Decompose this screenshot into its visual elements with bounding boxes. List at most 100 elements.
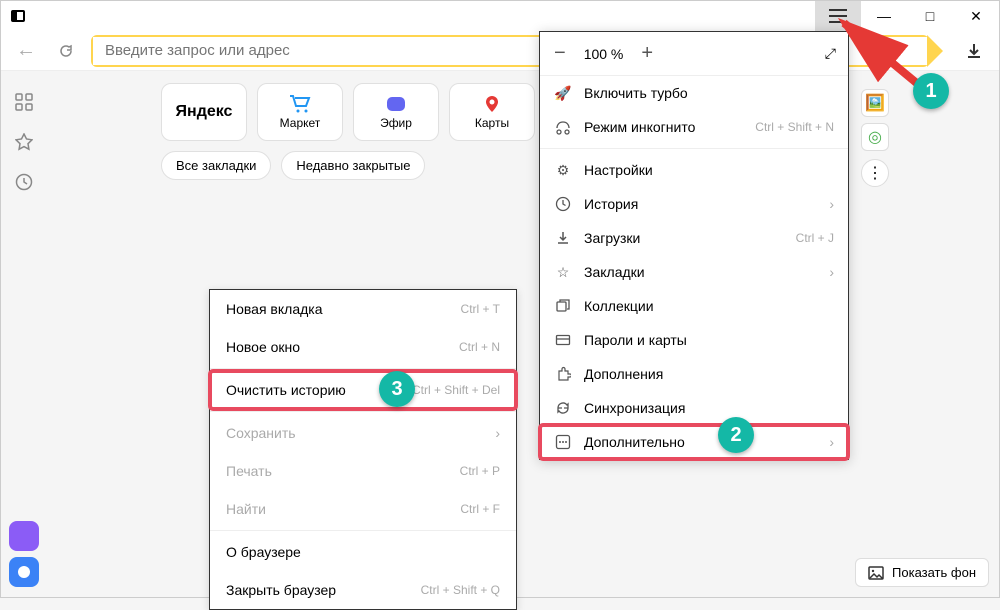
submenu-about[interactable]: О браузере bbox=[210, 533, 516, 571]
tile-label: Эфир bbox=[380, 116, 412, 130]
recently-closed-tab[interactable]: Недавно закрытые bbox=[281, 151, 425, 180]
collections-icon bbox=[554, 297, 572, 315]
zoom-in-button[interactable]: + bbox=[641, 42, 653, 65]
clock-icon bbox=[554, 195, 572, 213]
menu-label: Включить турбо bbox=[584, 85, 834, 101]
menu-turbo[interactable]: 🚀 Включить турбо bbox=[540, 76, 848, 110]
address-bar-row: ← bbox=[1, 31, 999, 71]
submenu-new-tab[interactable]: Новая вкладка Ctrl + T bbox=[210, 290, 516, 328]
submenu-close-browser[interactable]: Закрыть браузер Ctrl + Shift + Q bbox=[210, 571, 516, 609]
submenu-print[interactable]: Печать Ctrl + P bbox=[210, 452, 516, 490]
efir-icon bbox=[384, 94, 408, 114]
annotation-badge-1: 1 bbox=[913, 73, 949, 109]
all-bookmarks-tab[interactable]: Все закладки bbox=[161, 151, 271, 180]
submenu-shortcut: Ctrl + T bbox=[461, 302, 500, 316]
tiles-icon[interactable] bbox=[10, 88, 38, 116]
submenu-label: Сохранить bbox=[226, 425, 495, 441]
menu-bookmarks[interactable]: ☆ Закладки › bbox=[540, 255, 848, 289]
tile-yandex[interactable]: Яндекс bbox=[161, 83, 247, 141]
tile-label: Маркет bbox=[280, 116, 321, 130]
gear-icon: ⚙ bbox=[554, 161, 572, 179]
menu-label: Синхронизация bbox=[584, 400, 834, 416]
menu-label: Дополнения bbox=[584, 366, 834, 382]
menu-label: История bbox=[584, 196, 817, 212]
reload-button[interactable] bbox=[51, 36, 81, 66]
submenu-new-window[interactable]: Новое окно Ctrl + N bbox=[210, 328, 516, 366]
menu-shortcut: Ctrl + J bbox=[796, 231, 834, 245]
sync-icon bbox=[554, 399, 572, 417]
submenu-label: Найти bbox=[226, 501, 460, 517]
menu-collections[interactable]: Коллекции bbox=[540, 289, 848, 323]
show-background-label: Показать фон bbox=[892, 565, 976, 580]
maximize-button[interactable]: □ bbox=[907, 1, 953, 31]
submenu-shortcut: Ctrl + Shift + Del bbox=[412, 383, 500, 397]
submenu-shortcut: Ctrl + Shift + Q bbox=[421, 583, 500, 597]
maps-pin-icon bbox=[480, 94, 504, 114]
extension-more-button[interactable]: ⋮ bbox=[861, 159, 889, 187]
tile-label: Карты bbox=[475, 116, 509, 130]
submenu-save[interactable]: Сохранить › bbox=[210, 414, 516, 452]
menu-settings[interactable]: ⚙ Настройки bbox=[540, 153, 848, 187]
submenu-label: Печать bbox=[226, 463, 460, 479]
tile-efir[interactable]: Эфир bbox=[353, 83, 439, 141]
market-cart-icon bbox=[288, 94, 312, 114]
menu-sync: Синхронизация bbox=[540, 391, 848, 425]
annotation-badge-3: 3 bbox=[379, 371, 415, 407]
submenu-label: Новая вкладка bbox=[226, 301, 461, 317]
menu-shortcut: Ctrl + Shift + N bbox=[755, 120, 834, 134]
extension-icons: 🖼️ ◎ bbox=[861, 89, 889, 151]
menu-extensions[interactable]: Дополнения bbox=[540, 357, 848, 391]
submenu-shortcut: Ctrl + P bbox=[460, 464, 500, 478]
zoom-out-button[interactable]: − bbox=[554, 42, 566, 65]
rocket-icon: 🚀 bbox=[554, 84, 572, 102]
more-icon bbox=[554, 433, 572, 451]
menu-passwords[interactable]: Пароли и карты bbox=[540, 323, 848, 357]
puzzle-icon bbox=[554, 365, 572, 383]
menu-more[interactable]: Дополнительно › bbox=[540, 425, 848, 459]
hamburger-menu-button[interactable] bbox=[815, 1, 861, 31]
minimize-button[interactable]: — bbox=[861, 1, 907, 31]
back-button[interactable]: ← bbox=[11, 36, 41, 66]
tab-icon bbox=[11, 10, 25, 22]
downloads-button[interactable] bbox=[959, 36, 989, 66]
show-background-button[interactable]: Показать фон bbox=[855, 558, 989, 587]
tile-maps[interactable]: Карты bbox=[449, 83, 535, 141]
tab-indicator[interactable] bbox=[1, 10, 25, 22]
menu-history[interactable]: История › bbox=[540, 187, 848, 221]
card-icon bbox=[554, 331, 572, 349]
left-sidebar bbox=[1, 76, 47, 597]
incognito-icon bbox=[554, 118, 572, 136]
history-clock-icon[interactable] bbox=[10, 168, 38, 196]
menu-label: Настройки bbox=[584, 162, 834, 178]
submenu-shortcut: Ctrl + F bbox=[460, 502, 500, 516]
submenu-shortcut: Ctrl + N bbox=[459, 340, 500, 354]
extension-icon-1[interactable]: 🖼️ bbox=[861, 89, 889, 117]
submenu-clear-history[interactable]: Очистить историю Ctrl + Shift + Del bbox=[210, 371, 516, 409]
titlebar: — □ ✕ bbox=[1, 1, 999, 31]
more-submenu: Новая вкладка Ctrl + T Новое окно Ctrl +… bbox=[209, 289, 517, 610]
speed-dial-tiles: Яндекс Маркет Эфир Карты bbox=[161, 83, 535, 141]
tile-market[interactable]: Маркет bbox=[257, 83, 343, 141]
download-icon bbox=[554, 229, 572, 247]
extension-icon-2[interactable]: ◎ bbox=[861, 123, 889, 151]
menu-label: Коллекции bbox=[584, 298, 834, 314]
menu-label: Пароли и карты bbox=[584, 332, 834, 348]
main-menu: − 100 % + ⤢ 🚀 Включить турбо Режим инког… bbox=[539, 31, 849, 460]
bookmark-tabs: Все закладки Недавно закрытые bbox=[161, 151, 425, 180]
star-icon: ☆ bbox=[554, 263, 572, 281]
zoom-value: 100 % bbox=[584, 46, 624, 62]
fullscreen-icon[interactable]: ⤢ bbox=[825, 45, 836, 62]
menu-incognito[interactable]: Режим инкогнито Ctrl + Shift + N bbox=[540, 110, 848, 144]
image-icon bbox=[868, 566, 884, 580]
menu-label: Дополнительно bbox=[584, 434, 817, 450]
menu-downloads[interactable]: Загрузки Ctrl + J bbox=[540, 221, 848, 255]
zoom-controls: − 100 % + ⤢ bbox=[540, 32, 848, 76]
chevron-right-icon: › bbox=[495, 425, 500, 441]
submenu-find[interactable]: Найти Ctrl + F bbox=[210, 490, 516, 528]
chevron-right-icon: › bbox=[829, 196, 834, 212]
submenu-label: Новое окно bbox=[226, 339, 459, 355]
close-button[interactable]: ✕ bbox=[953, 1, 999, 31]
favorites-star-icon[interactable] bbox=[10, 128, 38, 156]
alice-widget-icon[interactable] bbox=[9, 521, 39, 551]
alice-assistant-icon[interactable] bbox=[9, 557, 39, 587]
